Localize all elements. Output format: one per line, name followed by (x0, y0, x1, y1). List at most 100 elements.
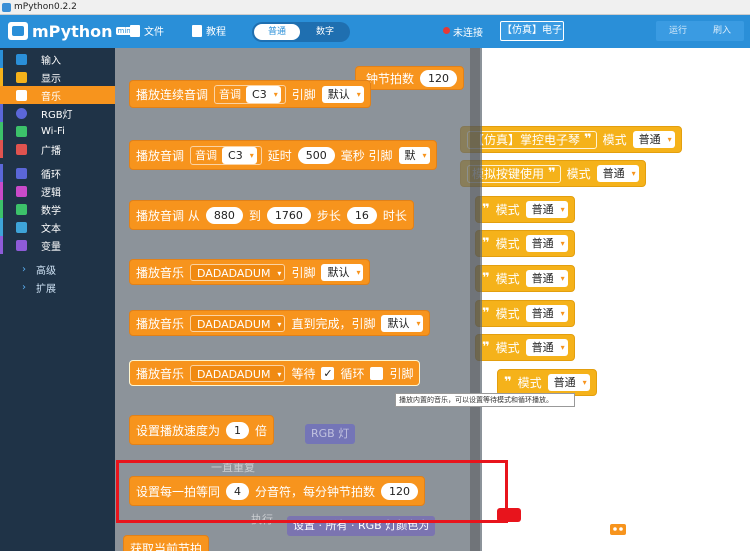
tutorial-menu-label: 教程 (206, 27, 226, 38)
block-play-music-loop[interactable]: 播放音乐 DADADADUM 等待 ✓ 循环 引脚 (129, 360, 421, 386)
category-sidebar: 输入 显示 音乐 RGB灯 Wi-Fi 广播 循环 逻辑 数学 文本 变量 › 高… (0, 48, 115, 551)
block-tooltip: 播放内置的音乐，可以设置等待模式和循环播放。 (395, 393, 575, 407)
bpm-input[interactable]: 120 (420, 69, 458, 87)
block-workspace[interactable]: 【仿真】掌控电子琴❞ 模式 普通 模拟按键使用❞ 模式 普通 ❞模式普通 ❞模式… (115, 48, 750, 551)
block-set-tempo-ratio[interactable]: 设置播放速度为 1 倍 (129, 415, 275, 445)
file-menu-label: 文件 (144, 27, 164, 38)
tempo-ratio-input[interactable]: 1 (226, 421, 250, 439)
block-play-tone[interactable]: 播放音调 音调C3 延时 500 毫秒 引脚 默 (129, 140, 437, 170)
book-icon (192, 24, 202, 37)
chevron-right-icon: › (22, 281, 26, 293)
category-text[interactable]: 文本 (0, 218, 115, 236)
workspace-title-block[interactable]: 【仿真】掌控电子琴 ❞ 模式 普通 (460, 126, 682, 153)
math-icon (16, 203, 27, 215)
robot-logo-icon (602, 513, 634, 535)
app-icon (2, 3, 11, 12)
highlight-box (116, 460, 508, 523)
workspace-key-block[interactable]: 模拟按键使用 ❞ 模式 普通 (460, 160, 646, 187)
loop-checkbox[interactable] (370, 366, 384, 380)
pin-dropdown[interactable]: 默认 (321, 263, 364, 281)
category-logic[interactable]: 逻辑 (0, 182, 115, 200)
logic-icon (16, 185, 27, 197)
pin-dropdown[interactable]: 默认 (321, 85, 364, 103)
category-wifi[interactable]: Wi-Fi (0, 122, 115, 140)
mode-normal-button[interactable]: 普通 (254, 24, 300, 40)
pin-dropdown[interactable]: 默 (398, 146, 430, 164)
mode-label: 模式 (602, 133, 627, 147)
from-input[interactable]: 880 (205, 206, 243, 224)
workspace-mode-block[interactable]: ❞ 模式 普通 (475, 300, 575, 327)
music-note-icon (16, 89, 27, 101)
mode-toggle: 普通 数字 (252, 22, 350, 42)
broadcast-icon (16, 143, 27, 155)
mode-digital-button[interactable]: 数字 (302, 24, 348, 40)
file-menu-button[interactable]: 文件 (130, 23, 164, 38)
wait-checkbox[interactable]: ✓ (321, 366, 335, 380)
workspace-mode-block[interactable]: ❞ 模式 普通 (475, 265, 575, 292)
ghost-rgb-label: RGB 灯 (305, 424, 356, 444)
display-icon (16, 71, 27, 83)
mode-dropdown[interactable]: 普通 (525, 235, 568, 252)
mode-label: 模式 (566, 167, 591, 181)
block-play-music-until-done[interactable]: 播放音乐 DADADADUM 直到完成，引脚 默认 (129, 310, 431, 336)
loop-icon (16, 167, 27, 179)
device-select-button[interactable]: 【仿真】电子 (500, 21, 564, 41)
block-play-music[interactable]: 播放音乐 DADADADUM 引脚 默认 (129, 259, 371, 285)
workspace-mode-block[interactable]: ❞ 模式 普通 (497, 369, 597, 396)
category-variable[interactable]: 变量 (0, 236, 115, 254)
category-rgb[interactable]: RGB灯 (0, 104, 115, 122)
wifi-icon (16, 125, 27, 137)
mode-dropdown[interactable]: 普通 (632, 131, 675, 148)
highlight-marker (497, 508, 521, 522)
app-header: mPython mini 文件 教程 普通 数字 未连接 【仿真】电子 运行 刷… (0, 15, 750, 48)
block-get-current-beat[interactable]: 获取当前节拍 (123, 535, 210, 551)
flash-button[interactable]: 刷入 (713, 21, 731, 41)
to-input[interactable]: 1760 (266, 206, 311, 224)
bulb-icon (16, 107, 27, 119)
mode-dropdown[interactable]: 普通 (525, 201, 568, 218)
block-play-continuous-tone[interactable]: 播放连续音调 音调C3 引脚 默认 (129, 80, 371, 108)
run-tools: 运行 刷入 (656, 21, 744, 41)
watermark-title: DF创客社区 (642, 512, 725, 530)
music-dropdown[interactable]: DADADADUM (190, 314, 286, 333)
mode-dropdown[interactable]: 普通 (525, 305, 568, 322)
workspace-mode-block[interactable]: ❞ 模式 普通 (475, 196, 575, 223)
input-icon (16, 53, 27, 65)
category-display[interactable]: 显示 (0, 68, 115, 86)
category-loop[interactable]: 循环 (0, 164, 115, 182)
category-input[interactable]: 输入 (0, 50, 115, 68)
window-title: mPython0.2.2 (14, 2, 77, 12)
music-dropdown[interactable]: DADADADUM (190, 364, 286, 383)
workspace-mode-block[interactable]: ❞ 模式 普通 (475, 230, 575, 257)
mode-dropdown[interactable]: 普通 (596, 165, 639, 182)
tone-dropdown[interactable]: C3 (246, 85, 281, 103)
category-advanced[interactable]: › 高级 (0, 260, 115, 278)
block-bpm-partial[interactable]: 钟节拍数 120 (355, 66, 465, 90)
category-math[interactable]: 数学 (0, 200, 115, 218)
block-play-tone-range[interactable]: 播放音调 从 880 到 1760 步长 16 时长 (129, 200, 414, 230)
workspace-mode-block[interactable]: ❞ 模式 普通 (475, 334, 575, 361)
delay-input[interactable]: 500 (297, 146, 335, 164)
run-button[interactable]: 运行 (669, 21, 687, 41)
mode-dropdown[interactable]: 普通 (525, 339, 568, 356)
category-extensions[interactable]: › 扩展 (0, 278, 115, 296)
chevron-right-icon: › (22, 263, 26, 275)
category-broadcast[interactable]: 广播 (0, 140, 115, 158)
mode-dropdown[interactable]: 普通 (525, 270, 568, 287)
text-icon (16, 221, 27, 233)
title-string: 【仿真】掌控电子琴 (472, 133, 581, 147)
connection-status: 未连接 (453, 28, 483, 39)
watermark-url: mc.DFRobot.com.cn (653, 532, 744, 542)
window-title-bar: mPython0.2.2 (0, 0, 750, 15)
mode-dropdown[interactable]: 普通 (547, 374, 590, 391)
music-dropdown[interactable]: DADADADUM (190, 263, 286, 282)
logo-icon (8, 22, 28, 40)
logo-text: mPython (32, 21, 113, 41)
category-music[interactable]: 音乐 (0, 86, 115, 104)
pin-dropdown[interactable]: 默认 (381, 314, 424, 332)
tutorial-menu-button[interactable]: 教程 (192, 23, 226, 38)
file-icon (130, 24, 140, 37)
step-input[interactable]: 16 (346, 206, 377, 224)
tone-dropdown[interactable]: C3 (222, 146, 257, 164)
variable-icon (16, 239, 27, 251)
